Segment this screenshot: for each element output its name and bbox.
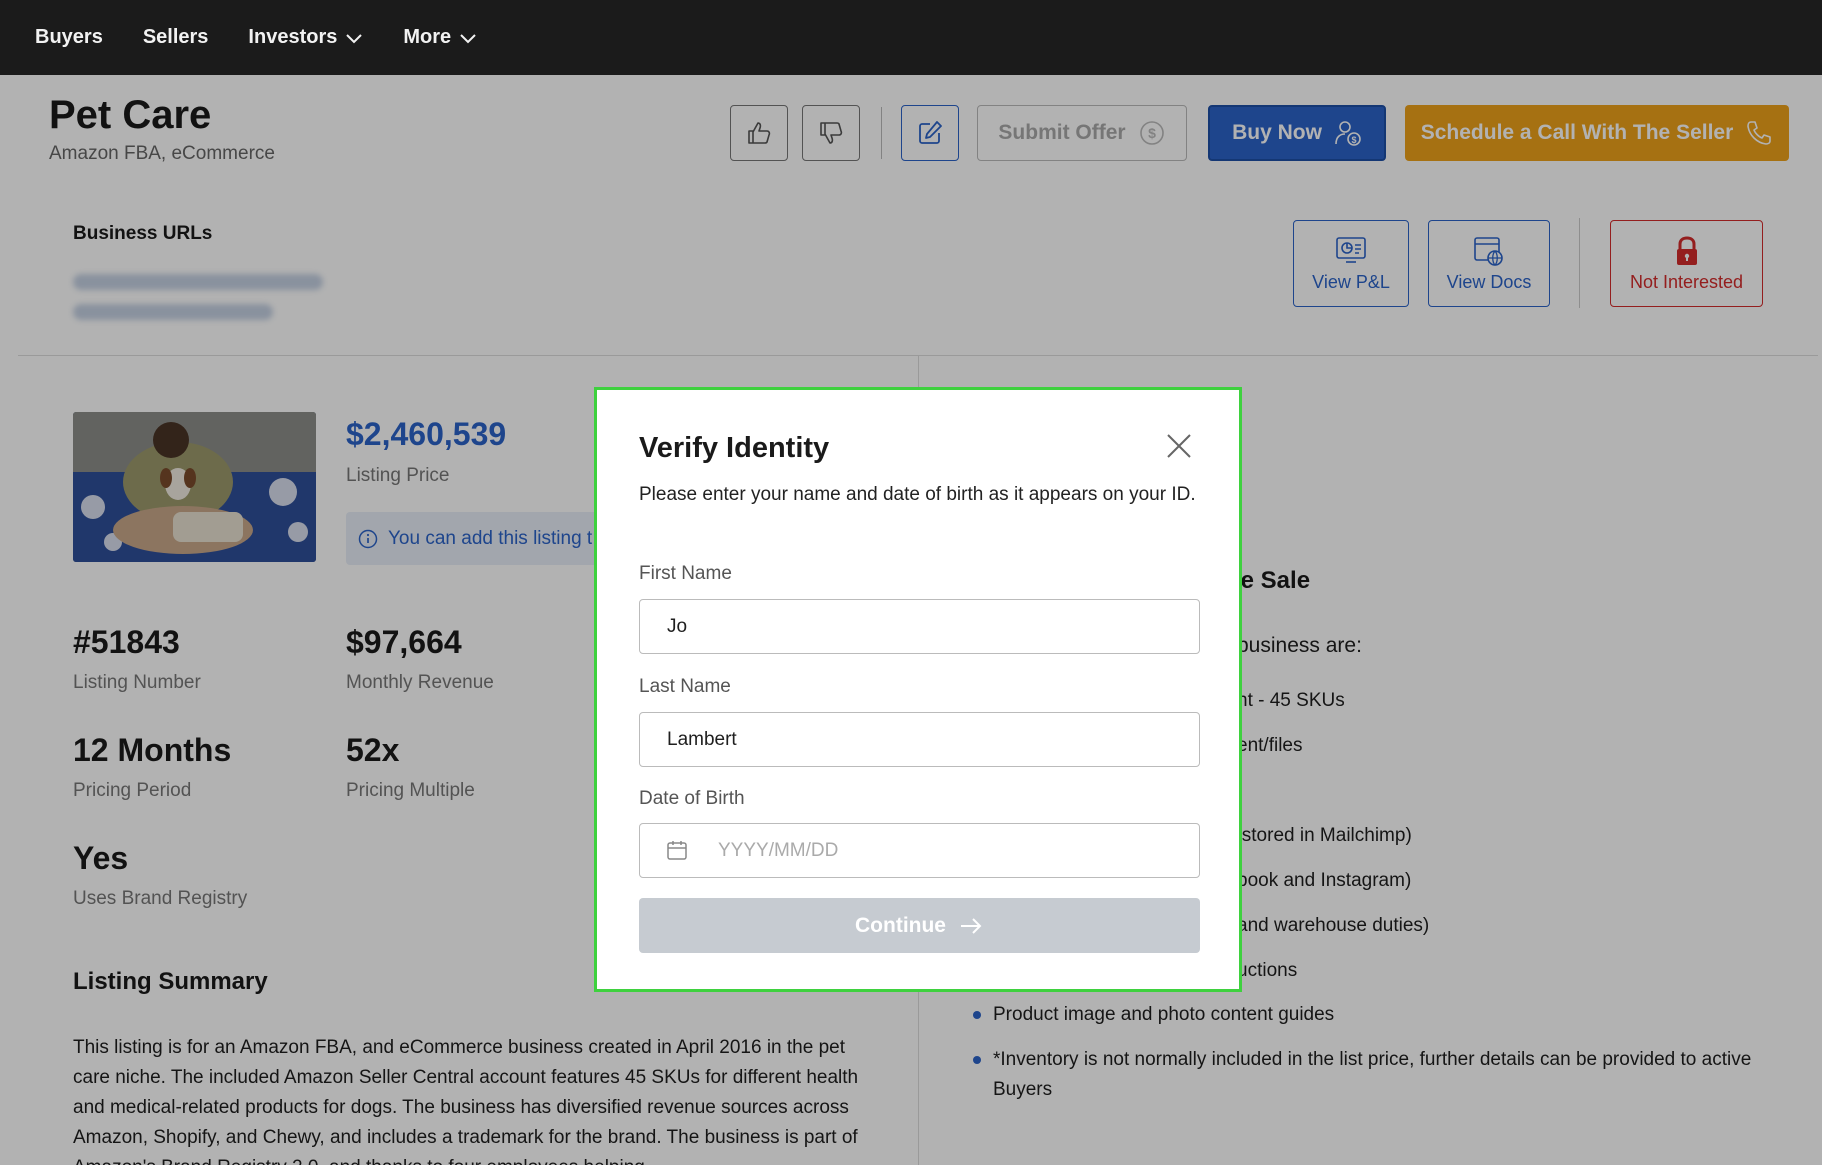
chevron-down-icon [460,33,476,43]
nav-item-buyers[interactable]: Buyers [35,26,103,49]
verify-identity-modal: Verify Identity Please enter your name a… [594,387,1242,992]
nav-label: Buyers [35,26,103,48]
nav-item-sellers[interactable]: Sellers [143,26,209,49]
continue-button[interactable]: Continue [639,898,1200,953]
first-name-label: First Name [639,563,732,584]
dob-field-wrapper [639,823,1200,878]
dob-input[interactable] [639,823,1200,878]
chevron-down-icon [346,33,363,43]
nav-item-investors[interactable]: Investors [248,26,363,49]
modal-description: Please enter your name and date of birth… [639,484,1196,505]
arrow-right-icon [960,917,982,934]
modal-title: Verify Identity [639,432,830,464]
calendar-icon [667,841,687,860]
dob-label: Date of Birth [639,788,745,809]
last-name-label: Last Name [639,676,731,697]
first-name-input[interactable] [639,599,1200,654]
top-nav: Buyers Sellers Investors More [0,0,1822,75]
last-name-input[interactable] [639,712,1200,767]
nav-label: Sellers [142,26,209,48]
close-icon[interactable] [1162,429,1196,463]
nav-item-more[interactable]: More [403,26,477,49]
nav-label: More [403,26,452,48]
continue-label: Continue [855,913,946,937]
nav-label: Investors [248,26,338,48]
